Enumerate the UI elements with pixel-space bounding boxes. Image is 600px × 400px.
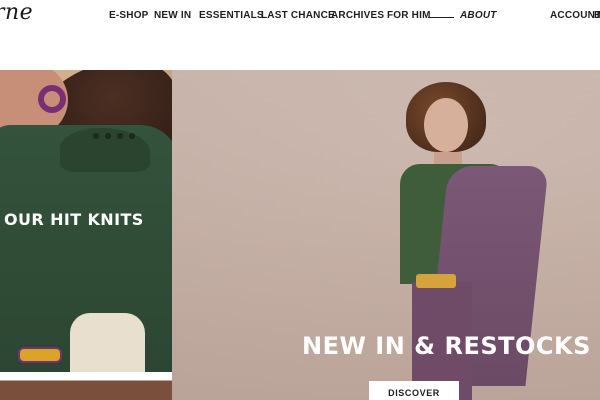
nav-item-last-chance[interactable]: LAST CHANCE <box>261 10 335 21</box>
earring-shape <box>38 85 66 113</box>
sweater-button <box>105 133 111 139</box>
nav-item-essentials[interactable]: ESSENTIALS <box>199 10 264 21</box>
nav-item-new-in[interactable]: NEW IN <box>154 10 191 21</box>
main-nav: E-SHOP NEW IN ESSENTIALS LAST CHANCE ARC… <box>0 10 600 26</box>
homepage-content: OUR HIT KNITS NEW IN & RESTOCKS DISCOVER <box>0 70 600 400</box>
discover-button[interactable]: DISCOVER <box>369 381 459 400</box>
nav-item-for-him[interactable]: FOR HIM <box>387 10 431 21</box>
site-header: rne E-SHOP NEW IN ESSENTIALS LAST CHANCE… <box>0 0 600 70</box>
tile-left-bottom-strip <box>0 372 172 400</box>
promo-hero-new-in[interactable]: NEW IN & RESTOCKS DISCOVER <box>172 70 600 400</box>
hero-title: NEW IN & RESTOCKS <box>302 332 591 360</box>
promo-tile-hit-knits[interactable]: OUR HIT KNITS <box>0 70 172 400</box>
nav-separator-line <box>428 17 454 18</box>
sweater-button <box>129 133 135 139</box>
bracelet-shape <box>18 347 62 363</box>
hero-face-shape <box>424 98 468 152</box>
sweater-buttons <box>93 133 143 141</box>
nav-item-archives[interactable]: ARCHIVES <box>331 10 384 21</box>
sweater-button <box>93 133 99 139</box>
sweater-button <box>117 133 123 139</box>
basket-link-truncated[interactable]: B <box>594 10 600 21</box>
promo-title-hit-knits: OUR HIT KNITS <box>4 210 144 229</box>
hero-belt-shape <box>416 274 456 288</box>
nav-item-e-shop[interactable]: E-SHOP <box>109 10 149 21</box>
nav-item-about[interactable]: ABOUT <box>460 10 497 21</box>
account-link[interactable]: ACCOUNT <box>550 10 600 21</box>
